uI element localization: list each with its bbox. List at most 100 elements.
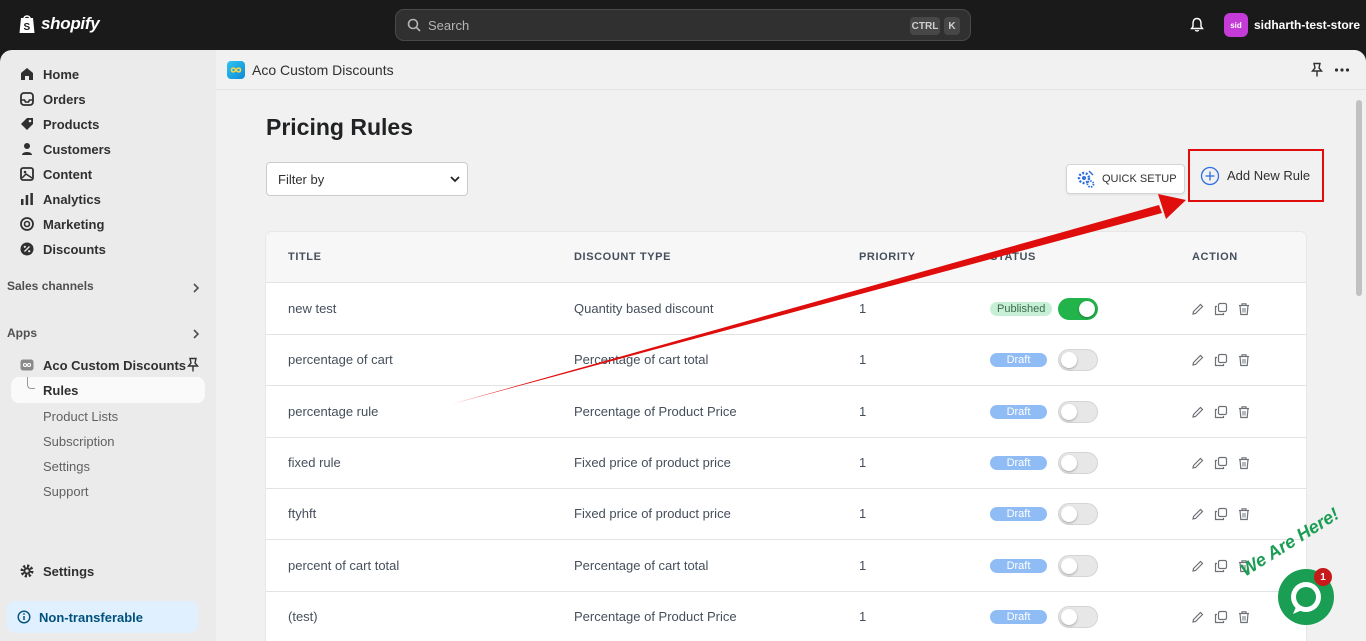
status-toggle[interactable] — [1058, 400, 1098, 423]
non-transferable-banner[interactable]: Non-transferable — [7, 601, 198, 633]
sidebar-item-products[interactable]: Products — [0, 112, 216, 136]
status-toggle[interactable] — [1058, 554, 1098, 577]
sidebar-item-orders[interactable]: Orders — [0, 87, 216, 111]
table-row: percentage rule Percentage of Product Pri… — [266, 387, 1306, 438]
app-icon — [20, 359, 34, 371]
shopify-bag-icon: S — [19, 15, 35, 33]
sidebar-item-discounts[interactable]: Discounts — [0, 237, 216, 261]
status-badge: Draft — [990, 558, 1047, 573]
sidebar-item-analytics[interactable]: Analytics — [0, 187, 216, 211]
delete-icon[interactable] — [1237, 353, 1251, 367]
shopify-logo[interactable]: S shopify — [18, 13, 100, 35]
status-badge: Draft — [990, 609, 1047, 624]
delete-icon[interactable] — [1237, 302, 1251, 316]
status-toggle[interactable] — [1058, 298, 1098, 320]
status-badge: Draft — [990, 455, 1047, 470]
quick-setup-button[interactable]: QUICK SETUP — [1066, 164, 1185, 194]
search-icon — [406, 17, 422, 33]
column-header-status: STATUS — [990, 251, 1036, 263]
edit-icon[interactable] — [1191, 405, 1205, 419]
edit-icon[interactable] — [1191, 302, 1205, 316]
sidebar-item-rules-label[interactable]: Rules — [43, 383, 78, 398]
delete-icon[interactable] — [1237, 610, 1251, 624]
rule-priority: 1 — [859, 557, 867, 573]
sidebar-item-product-lists[interactable]: Product Lists — [43, 409, 118, 424]
pin-icon[interactable] — [186, 357, 200, 373]
aco-app-logo-icon — [227, 61, 245, 79]
rule-title: percentage of cart — [288, 352, 393, 368]
rule-title: (test) — [288, 608, 318, 624]
rule-discount-type: Fixed price of product price — [574, 506, 731, 522]
store-menu[interactable]: sid sidharth-test-store — [1224, 13, 1360, 37]
sidebar-item-settings[interactable]: Settings — [0, 559, 216, 583]
sidebar-item-support[interactable]: Support — [43, 484, 89, 499]
duplicate-icon[interactable] — [1214, 405, 1228, 419]
sidebar-item-label: Content — [43, 166, 93, 182]
orders-icon — [20, 92, 34, 106]
sidebar-item-rules[interactable] — [11, 377, 205, 403]
delete-icon[interactable] — [1237, 405, 1251, 419]
person-icon — [22, 143, 32, 155]
rule-title: percent of cart total — [288, 557, 400, 573]
toggle-knob — [1061, 352, 1077, 369]
toggle-knob — [1061, 403, 1077, 420]
edit-icon[interactable] — [1191, 353, 1205, 367]
toggle-knob — [1061, 454, 1077, 471]
duplicate-icon[interactable] — [1214, 302, 1228, 316]
status-toggle[interactable] — [1058, 349, 1098, 372]
column-header-title: TITLE — [288, 251, 322, 263]
rule-title: new test — [288, 301, 337, 316]
top-bar: S shopify Search CTRL K sid sidharth-tes… — [0, 0, 1366, 50]
sidebar-item-label: Discounts — [43, 241, 106, 257]
scrollbar[interactable] — [1356, 100, 1362, 296]
duplicate-icon[interactable] — [1214, 353, 1228, 367]
sidebar-item-content[interactable]: Content — [0, 162, 216, 186]
duplicate-icon[interactable] — [1214, 507, 1228, 521]
status-badge: Draft — [990, 507, 1047, 522]
rule-discount-type: Percentage of cart total — [574, 352, 709, 368]
column-header-discount-type: DISCOUNT TYPE — [574, 251, 672, 263]
edit-icon[interactable] — [1191, 610, 1205, 624]
sidebar-item-marketing[interactable]: Marketing — [0, 212, 216, 236]
edit-icon[interactable] — [1191, 559, 1205, 573]
status-toggle[interactable] — [1058, 503, 1098, 526]
apps-heading[interactable]: Apps — [7, 326, 37, 340]
info-icon — [17, 610, 31, 624]
more-options-icon[interactable] — [1334, 67, 1350, 73]
delete-icon[interactable] — [1237, 507, 1251, 521]
chevron-right-icon[interactable] — [190, 282, 202, 294]
duplicate-icon[interactable] — [1214, 456, 1228, 470]
edit-icon[interactable] — [1191, 507, 1205, 521]
search-bar[interactable]: Search CTRL K — [395, 9, 971, 41]
sidebar-item-subscription[interactable]: Subscription — [43, 434, 115, 449]
sidebar-item-label: Orders — [43, 91, 86, 107]
brand-name: shopify — [41, 14, 100, 33]
main-content: Aco Custom Discounts Pricing Rules Filte… — [216, 50, 1366, 641]
gear-wand-icon — [1077, 170, 1095, 188]
shortcut-ctrl-key: CTRL — [910, 17, 940, 35]
toggle-knob — [1061, 608, 1077, 625]
chevron-right-icon[interactable] — [190, 328, 202, 340]
edit-icon[interactable] — [1191, 456, 1205, 470]
sidebar-item-home[interactable]: Home — [0, 62, 216, 86]
bell-icon[interactable] — [1189, 17, 1205, 38]
search-input[interactable]: Search — [428, 18, 469, 33]
store-name: sidharth-test-store — [1254, 18, 1361, 32]
delete-icon[interactable] — [1237, 456, 1251, 470]
rule-title: percentage rule — [288, 403, 379, 419]
sidebar-item-aco-custom-discounts[interactable]: Aco Custom Discounts — [0, 353, 216, 377]
pin-icon[interactable] — [1310, 62, 1324, 78]
status-toggle[interactable] — [1058, 605, 1098, 628]
add-new-rule-button[interactable]: Add New Rule — [1188, 149, 1324, 202]
duplicate-icon[interactable] — [1214, 610, 1228, 624]
sidebar-item-app-settings[interactable]: Settings — [43, 459, 90, 474]
sidebar-item-label: Products — [43, 116, 100, 132]
filter-select[interactable]: Filter by — [266, 162, 468, 196]
sidebar-item-customers[interactable]: Customers — [0, 137, 216, 161]
status-toggle[interactable] — [1058, 451, 1098, 474]
pricing-rules-table: TITLE DISCOUNT TYPE PRIORITY STATUS ACTI… — [266, 232, 1306, 641]
duplicate-icon[interactable] — [1214, 559, 1228, 573]
tag-icon — [21, 118, 33, 130]
content-icon — [20, 167, 34, 181]
sales-channels-heading[interactable]: Sales channels — [7, 279, 94, 293]
